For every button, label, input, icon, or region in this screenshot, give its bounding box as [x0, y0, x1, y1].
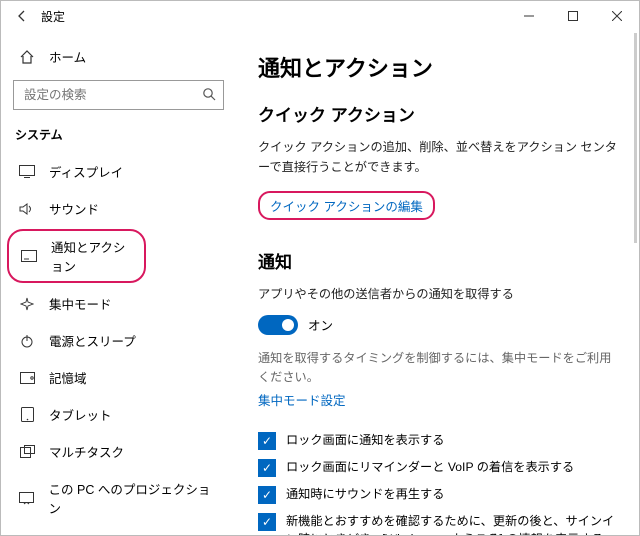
checkbox-icon: ✓ — [258, 432, 276, 450]
check-label: 通知時にサウンドを再生する — [286, 485, 444, 503]
nav-shared[interactable]: 共有エクスペリエンス — [1, 526, 236, 535]
nav-power[interactable]: 電源とスリープ — [1, 322, 236, 359]
home-row[interactable]: ホーム — [1, 41, 236, 76]
maximize-button[interactable] — [551, 1, 595, 31]
check-label: ロック画面にリマインダーと VoIP の着信を表示する — [286, 458, 574, 476]
sidebar: ホーム システム ディスプレイ サウンド 通知とアクション — [1, 31, 236, 535]
minimize-button[interactable] — [507, 1, 551, 31]
nav-label: 記憶域 — [49, 368, 87, 387]
notifications-desc: アプリやその他の送信者からの通知を取得する — [258, 285, 619, 305]
search-icon — [202, 87, 216, 101]
scrollbar[interactable] — [634, 33, 637, 243]
check-lockscreen-voip[interactable]: ✓ ロック画面にリマインダーと VoIP の着信を表示する — [258, 458, 619, 477]
nav-tablet[interactable]: タブレット — [1, 396, 236, 433]
quick-actions-desc: クイック アクションの追加、削除、並べ替えをアクション センターで直接行うことが… — [258, 138, 619, 177]
nav-sound[interactable]: サウンド — [1, 190, 236, 227]
edit-quick-actions-link[interactable]: クイック アクションの編集 — [258, 191, 435, 220]
check-welcome[interactable]: ✓ 新機能とおすすめを確認するために、更新の後と、サインイン時にときどき、[Win… — [258, 512, 619, 535]
storage-icon — [19, 370, 35, 386]
sound-icon — [19, 201, 35, 217]
power-icon — [19, 333, 35, 349]
nav-projection[interactable]: この PC へのプロジェクション — [1, 470, 236, 526]
nav-label: 電源とスリープ — [49, 331, 136, 350]
nav-label: ディスプレイ — [49, 162, 123, 181]
check-label: 新機能とおすすめを確認するために、更新の後と、サインイン時にときどき、[Wind… — [286, 512, 619, 535]
tablet-icon — [19, 407, 35, 423]
category-label: システム — [1, 122, 236, 153]
window-controls — [507, 1, 639, 31]
multitask-icon — [19, 444, 35, 460]
check-sound[interactable]: ✓ 通知時にサウンドを再生する — [258, 485, 619, 504]
home-label: ホーム — [49, 47, 86, 66]
nav-multitask[interactable]: マルチタスク — [1, 433, 236, 470]
nav-label: この PC へのプロジェクション — [49, 479, 218, 517]
display-icon — [19, 164, 35, 180]
close-button[interactable] — [595, 1, 639, 31]
nav-label: 通知とアクション — [51, 237, 132, 275]
home-icon — [19, 49, 35, 65]
projection-icon — [19, 490, 35, 506]
search-input[interactable] — [13, 80, 224, 110]
nav-label: タブレット — [49, 405, 112, 424]
checkbox-icon: ✓ — [258, 486, 276, 504]
nav-storage[interactable]: 記憶域 — [1, 359, 236, 396]
back-icon[interactable] — [15, 9, 29, 23]
focus-settings-link[interactable]: 集中モード設定 — [258, 390, 346, 409]
settings-window: 設定 ホーム システム ディスプレイ — [0, 0, 640, 536]
focus-hint: 通知を取得するタイミングを制御するには、集中モードをご利用ください。 — [258, 349, 619, 388]
toggle-label: オン — [308, 315, 333, 334]
check-lockscreen-notif[interactable]: ✓ ロック画面に通知を表示する — [258, 431, 619, 450]
titlebar: 設定 — [1, 1, 639, 31]
quick-actions-heading: クイック アクション — [258, 101, 619, 126]
nav-label: マルチタスク — [49, 442, 124, 461]
nav-label: 集中モード — [49, 294, 112, 313]
nav-display[interactable]: ディスプレイ — [1, 153, 236, 190]
check-label: ロック画面に通知を表示する — [286, 431, 444, 449]
nav-notifications[interactable]: 通知とアクション — [7, 229, 146, 283]
notification-icon — [21, 248, 37, 264]
window-title: 設定 — [41, 8, 65, 25]
focus-icon — [19, 296, 35, 312]
content-pane: 通知とアクション クイック アクション クイック アクションの追加、削除、並べ替… — [236, 31, 639, 535]
nav-focus[interactable]: 集中モード — [1, 285, 236, 322]
notifications-toggle[interactable] — [258, 315, 298, 335]
search-wrap — [13, 80, 224, 110]
nav-label: サウンド — [49, 199, 99, 218]
page-title: 通知とアクション — [258, 51, 619, 83]
checkbox-icon: ✓ — [258, 459, 276, 477]
checkbox-icon: ✓ — [258, 513, 276, 531]
notifications-heading: 通知 — [258, 248, 619, 273]
